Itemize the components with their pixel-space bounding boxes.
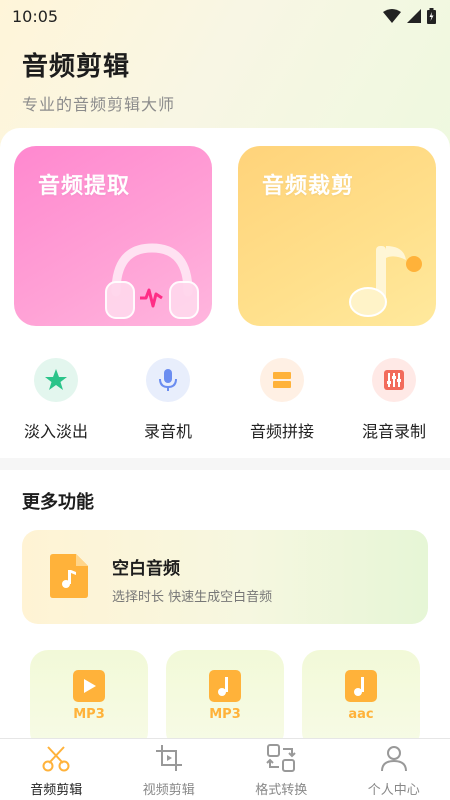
recorder-icon-bg bbox=[146, 358, 190, 402]
fade-icon-bg bbox=[34, 358, 78, 402]
audio-trim-card[interactable]: 音频裁剪 bbox=[238, 146, 436, 326]
format-label-mp3-audio: MP3 bbox=[209, 707, 241, 722]
headphones-icon bbox=[105, 243, 199, 319]
format-card-mp3-audio[interactable]: MP3 bbox=[166, 650, 284, 750]
battery-icon bbox=[427, 8, 436, 24]
format-cards-row: MP3 MP3 aac bbox=[0, 650, 450, 750]
section-divider bbox=[0, 458, 450, 470]
tool-fade-label: 淡入淡出 bbox=[23, 422, 88, 441]
audio-extract-card[interactable]: 音频提取 bbox=[14, 146, 212, 326]
nav-video-edit[interactable]: 视频剪辑 bbox=[113, 739, 226, 800]
blank-audio-desc: 选择时长 快速生成空白音频 bbox=[112, 590, 273, 605]
music-note-icon bbox=[349, 246, 422, 317]
star-icon bbox=[45, 369, 67, 390]
person-icon bbox=[380, 746, 407, 772]
status-icons bbox=[383, 8, 436, 24]
merge-icon-bg bbox=[260, 358, 304, 402]
page-header: 音频剪辑 专业的音频剪辑大师 bbox=[22, 46, 175, 115]
quick-tools-row: 淡入淡出 录音机 音频拼接 混音录制 bbox=[0, 358, 450, 448]
page-subtitle: 专业的音频剪辑大师 bbox=[22, 95, 176, 114]
status-time: 10:05 bbox=[12, 6, 59, 26]
tool-mix-record-label: 混音录制 bbox=[361, 422, 426, 441]
music-file-icon: MP3 bbox=[209, 670, 241, 722]
mixer-icon-bg bbox=[372, 358, 416, 402]
video-crop-icon bbox=[155, 745, 182, 771]
tool-mix-record[interactable]: 混音录制 bbox=[344, 358, 444, 442]
bottom-nav: 音频剪辑 视频剪辑 格式转换 个人中心 bbox=[0, 738, 450, 800]
format-card-mp3-video[interactable]: MP3 bbox=[30, 650, 148, 750]
status-bar: 10:05 bbox=[0, 0, 450, 32]
nav-profile[interactable]: 个人中心 bbox=[338, 739, 450, 800]
scissors-icon bbox=[42, 746, 70, 772]
blank-audio-card[interactable]: 空白音频 选择时长 快速生成空白音频 bbox=[22, 530, 428, 624]
nav-format-convert[interactable]: 格式转换 bbox=[225, 739, 338, 800]
main-features-panel: 音频提取 音频裁剪 淡入淡出 录音机 音频拼接 混音录制 bbox=[0, 128, 450, 458]
more-features-title: 更多功能 bbox=[22, 492, 94, 513]
tool-fade[interactable]: 淡入淡出 bbox=[6, 358, 106, 442]
nav-audio-edit[interactable]: 音频剪辑 bbox=[0, 739, 113, 800]
tool-recorder[interactable]: 录音机 bbox=[118, 358, 218, 442]
microphone-icon bbox=[159, 369, 177, 391]
wifi-icon bbox=[383, 9, 401, 23]
format-label-mp3-video: MP3 bbox=[73, 707, 105, 722]
convert-icon bbox=[266, 744, 296, 772]
merge-icon bbox=[273, 372, 291, 388]
mixer-icon bbox=[384, 370, 404, 390]
nav-format-convert-label: 格式转换 bbox=[255, 783, 308, 798]
nav-audio-edit-label: 音频剪辑 bbox=[30, 783, 83, 798]
blank-audio-title: 空白音频 bbox=[112, 559, 180, 579]
audio-trim-label: 音频裁剪 bbox=[262, 174, 355, 199]
nav-profile-label: 个人中心 bbox=[367, 783, 420, 798]
format-label-aac: aac bbox=[348, 707, 373, 722]
signal-icon bbox=[407, 9, 421, 23]
nav-video-edit-label: 视频剪辑 bbox=[142, 783, 195, 798]
tool-recorder-label: 录音机 bbox=[143, 422, 192, 441]
page-title: 音频剪辑 bbox=[22, 52, 131, 82]
video-file-icon: MP3 bbox=[73, 670, 105, 722]
music-file-icon: aac bbox=[345, 670, 377, 722]
audio-file-icon bbox=[50, 554, 88, 598]
tool-merge-label: 音频拼接 bbox=[249, 422, 314, 441]
format-card-aac[interactable]: aac bbox=[302, 650, 420, 750]
tool-merge[interactable]: 音频拼接 bbox=[232, 358, 332, 442]
audio-extract-label: 音频提取 bbox=[38, 174, 131, 199]
